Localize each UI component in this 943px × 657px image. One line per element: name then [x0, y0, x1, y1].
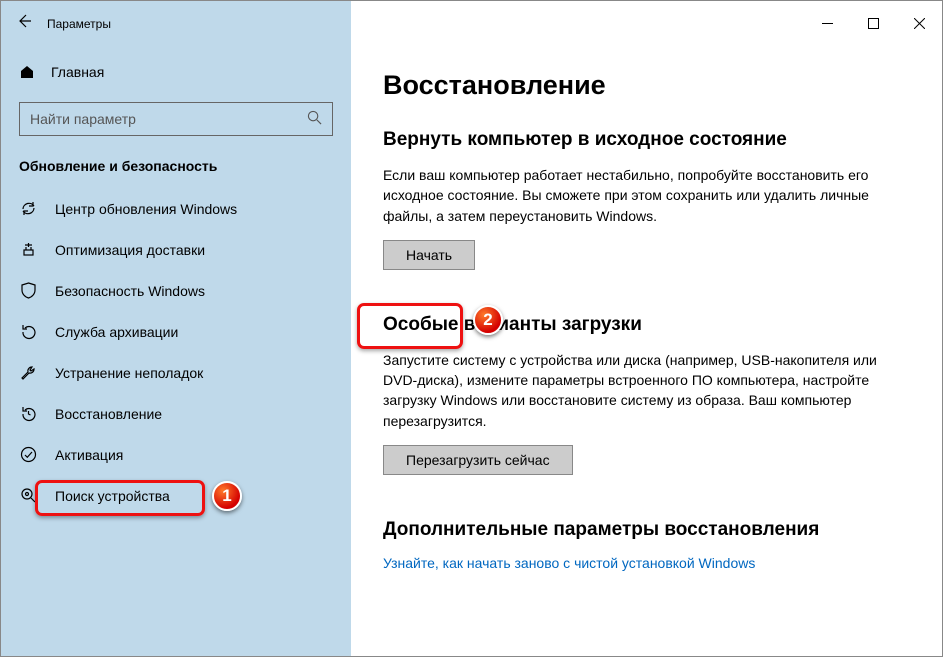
sidebar-item-label: Поиск устройства — [55, 488, 170, 504]
home-icon — [19, 64, 35, 80]
sidebar-item-label: Оптимизация доставки — [55, 242, 205, 258]
home-link[interactable]: Главная — [1, 54, 351, 90]
fresh-start-link[interactable]: Узнайте, как начать заново с чистой уста… — [383, 555, 755, 571]
sidebar-item-windows-update[interactable]: Центр обновления Windows — [1, 188, 351, 229]
home-label: Главная — [51, 64, 104, 80]
page-title: Восстановление — [383, 70, 910, 101]
window-title: Параметры — [47, 17, 111, 31]
find-icon — [19, 487, 37, 504]
annotation-marker-2: 2 — [473, 305, 503, 335]
reset-start-button[interactable]: Начать — [383, 240, 475, 270]
sidebar-item-label: Восстановление — [55, 406, 162, 422]
shield-icon — [19, 282, 37, 299]
sidebar-item-delivery-optimization[interactable]: Оптимизация доставки — [1, 229, 351, 270]
search-icon — [307, 110, 322, 128]
body: Главная Найти параметр Обновление и безо… — [1, 46, 942, 656]
sidebar: Главная Найти параметр Обновление и безо… — [1, 46, 351, 656]
search-placeholder: Найти параметр — [30, 111, 307, 127]
annotation-marker-1: 1 — [212, 481, 242, 511]
sidebar-item-label: Активация — [55, 447, 123, 463]
check-icon — [19, 446, 37, 463]
advanced-heading: Особые варианты загрузки — [383, 314, 910, 336]
sidebar-item-activation[interactable]: Активация — [1, 434, 351, 475]
sync-icon — [19, 200, 37, 217]
reset-description: Если ваш компьютер работает нестабильно,… — [383, 165, 910, 226]
content-pane: Восстановление Вернуть компьютер в исход… — [351, 46, 942, 656]
sidebar-item-backup[interactable]: Служба архивации — [1, 311, 351, 352]
sidebar-item-recovery[interactable]: Восстановление — [1, 393, 351, 434]
sidebar-item-troubleshoot[interactable]: Устранение неполадок — [1, 352, 351, 393]
maximize-button[interactable] — [850, 1, 896, 46]
sidebar-item-label: Служба архивации — [55, 324, 178, 340]
sidebar-item-label: Безопасность Windows — [55, 283, 205, 299]
backup-icon — [19, 323, 37, 340]
sidebar-item-label: Устранение неполадок — [55, 365, 203, 381]
restart-now-button[interactable]: Перезагрузить сейчас — [383, 445, 573, 475]
search-input[interactable]: Найти параметр — [19, 102, 333, 136]
back-button[interactable] — [1, 13, 47, 34]
section-title: Обновление и безопасность — [1, 154, 351, 188]
reset-heading: Вернуть компьютер в исходное состояние — [383, 129, 910, 151]
sidebar-item-find-my-device[interactable]: Поиск устройства — [1, 475, 351, 516]
advanced-description: Запустите систему с устройства или диска… — [383, 350, 910, 431]
close-button[interactable] — [896, 1, 942, 46]
sidebar-item-windows-security[interactable]: Безопасность Windows — [1, 270, 351, 311]
minimize-button[interactable] — [804, 1, 850, 46]
sidebar-item-label: Центр обновления Windows — [55, 201, 237, 217]
settings-window: Параметры Главная Найти параметр Обновле… — [0, 0, 943, 657]
nav-list: Центр обновления Windows Оптимизация дос… — [1, 188, 351, 516]
window-controls — [804, 1, 942, 46]
titlebar: Параметры — [1, 1, 942, 46]
recovery-icon — [19, 405, 37, 422]
wrench-icon — [19, 364, 37, 381]
more-heading: Дополнительные параметры восстановления — [383, 519, 910, 541]
delivery-icon — [19, 241, 37, 258]
